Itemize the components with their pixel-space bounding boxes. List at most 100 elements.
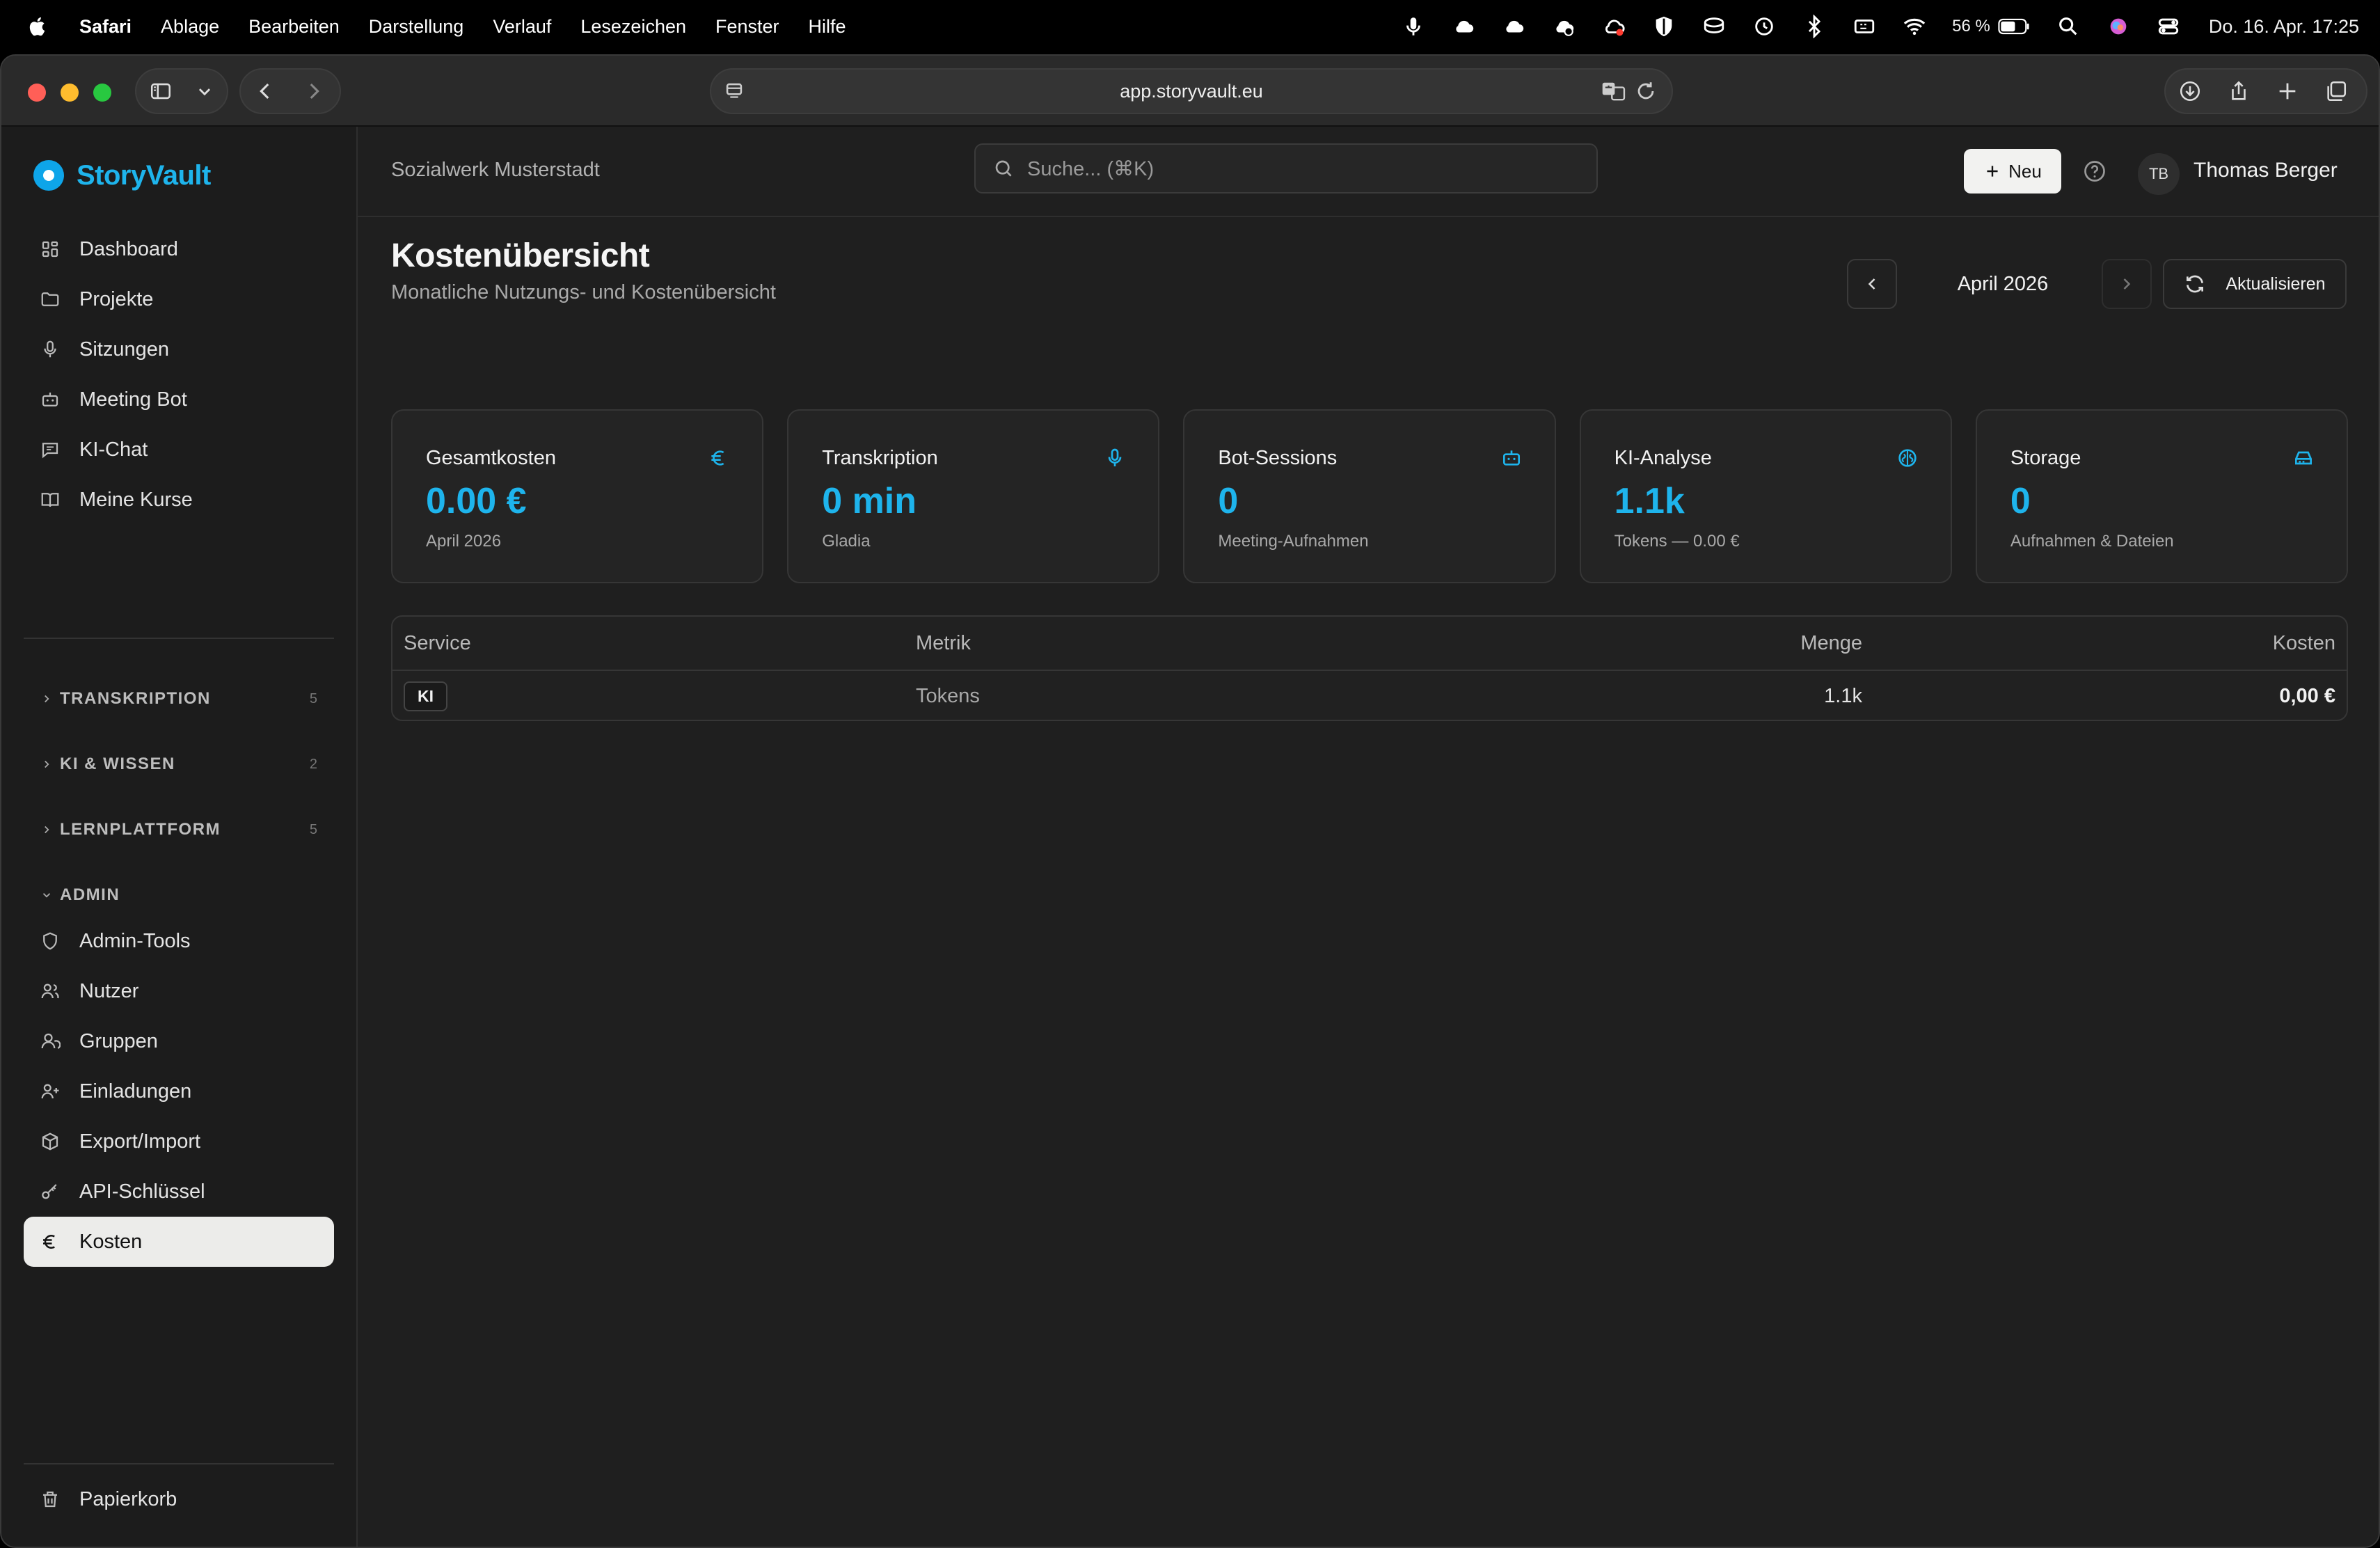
nav-admin-tools[interactable]: Admin-Tools — [24, 916, 334, 966]
address-bar[interactable]: app.storyvault.eu — [710, 68, 1673, 114]
nav-projekte[interactable]: Projekte — [24, 274, 334, 324]
search-input[interactable]: Suche... (⌘K) — [974, 143, 1598, 194]
menubar-clock[interactable]: Do. 16. Apr. 17:25 — [2209, 16, 2359, 38]
chevron-right-icon — [40, 691, 56, 706]
menu-hilfe[interactable]: Hilfe — [809, 16, 846, 38]
back-icon[interactable] — [241, 70, 289, 113]
nav-dashboard[interactable]: Dashboard — [24, 224, 334, 274]
organization-name[interactable]: Sozialwerk Musterstadt — [391, 159, 600, 182]
translate-icon[interactable] — [1601, 79, 1627, 103]
share-icon[interactable] — [2214, 70, 2263, 113]
service-cell: KI — [404, 681, 447, 711]
section-lernplattform[interactable]: LERNPLATTFORM 5 — [24, 809, 334, 851]
nav-einladungen[interactable]: Einladungen — [24, 1066, 334, 1116]
column-header-metrik[interactable]: Metrik — [916, 632, 971, 655]
wifi-icon[interactable] — [1902, 14, 1927, 39]
control-center-icon[interactable] — [2156, 14, 2181, 39]
user-plus-icon — [39, 1080, 61, 1103]
column-header-menge[interactable]: Menge — [1800, 632, 1862, 655]
menu-darstellung[interactable]: Darstellung — [369, 16, 464, 38]
section-ki-wissen[interactable]: KI & WISSEN 2 — [24, 743, 334, 785]
menu-app-name[interactable]: Safari — [79, 16, 132, 38]
url-text[interactable]: app.storyvault.eu — [1120, 81, 1263, 102]
battery-percent: 56 % — [1952, 17, 1990, 35]
main-content: Kostenübersicht Monatliche Nutzungs- und… — [358, 217, 2379, 1547]
admin-nav: Admin-Tools Nutzer Gruppen Einladungen E… — [24, 916, 334, 1267]
card-subtitle: Aufnahmen & Dateien — [2010, 532, 2174, 551]
drive-icon[interactable] — [1701, 14, 1727, 39]
nav-papierkorb[interactable]: Papierkorb — [24, 1474, 334, 1524]
refresh-button[interactable]: Aktualisieren — [2163, 259, 2347, 309]
sidebar-bottom-divider — [24, 1463, 334, 1464]
nav-dashboard-label: Dashboard — [79, 237, 178, 260]
menu-verlauf[interactable]: Verlauf — [493, 16, 551, 38]
refresh-button-label: Aktualisieren — [2226, 274, 2326, 294]
current-month: April 2026 — [1957, 272, 2049, 295]
apple-menu-icon[interactable] — [26, 15, 47, 38]
package-icon — [39, 1130, 61, 1153]
nav-gruppen[interactable]: Gruppen — [24, 1016, 334, 1066]
cloud-shared-icon[interactable] — [1551, 14, 1576, 39]
app-sidebar: StoryVault Dashboard Projekte Sitzungen … — [1, 127, 358, 1547]
menu-lesezeichen[interactable]: Lesezeichen — [580, 16, 686, 38]
minimize-window-button[interactable] — [61, 84, 79, 102]
sidebar-toggle-icon[interactable] — [136, 70, 185, 113]
card-title: Transkription — [822, 447, 938, 469]
card-subtitle: Meeting-Aufnahmen — [1218, 532, 1369, 551]
menu-fenster[interactable]: Fenster — [715, 16, 779, 38]
card-bot-sessions: Bot-Sessions 0 Meeting-Aufnahmen — [1183, 409, 1556, 583]
column-header-service[interactable]: Service — [404, 632, 471, 655]
next-month-button[interactable] — [2102, 259, 2152, 309]
cloud-icon[interactable] — [1451, 14, 1476, 39]
avatar[interactable]: TB — [2138, 153, 2180, 195]
help-icon[interactable] — [2082, 159, 2107, 184]
menu-ablage[interactable]: Ablage — [161, 16, 219, 38]
downloads-icon[interactable] — [2166, 70, 2214, 113]
table-row[interactable]: KI Tokens 1.1k 0,00 € — [392, 671, 2347, 720]
nav-api-schluessel[interactable]: API-Schlüssel — [24, 1167, 334, 1217]
nav-meine-kurse[interactable]: Meine Kurse — [24, 475, 334, 525]
forward-icon[interactable] — [289, 70, 338, 113]
battery-icon[interactable] — [1997, 14, 2031, 39]
reload-icon[interactable] — [1634, 79, 1658, 103]
group-icon — [39, 1030, 61, 1052]
nav-nutzer[interactable]: Nutzer — [24, 966, 334, 1016]
shield-icon — [39, 930, 61, 952]
page-settings-icon[interactable] — [722, 79, 746, 103]
shield-status-icon[interactable] — [1651, 14, 1676, 39]
nav-export-import[interactable]: Export/Import — [24, 1116, 334, 1167]
section-transkription[interactable]: TRANSKRIPTION 5 — [24, 678, 334, 720]
nav-admin-tools-label: Admin-Tools — [79, 929, 191, 952]
time-machine-icon[interactable] — [1752, 14, 1777, 39]
card-value: 0 — [1218, 481, 1239, 521]
card-subtitle: Tokens — 0.00 € — [1614, 532, 1740, 551]
service-badge: KI — [404, 681, 447, 711]
user-name[interactable]: Thomas Berger — [2193, 159, 2338, 182]
new-tab-icon[interactable] — [2263, 70, 2312, 113]
nav-sitzungen[interactable]: Sitzungen — [24, 324, 334, 374]
nav-meeting-bot[interactable]: Meeting Bot — [24, 374, 334, 425]
new-button[interactable]: Neu — [1964, 149, 2061, 194]
spotlight-search-icon[interactable] — [2056, 14, 2081, 39]
hard-drive-icon — [2295, 451, 2312, 465]
cloud-sync-icon[interactable] — [1501, 14, 1526, 39]
keyboard-icon[interactable] — [1852, 14, 1877, 39]
siri-icon[interactable] — [2106, 14, 2131, 39]
tab-overview-icon[interactable] — [2312, 70, 2361, 113]
brand-logo[interactable]: StoryVault — [33, 156, 211, 195]
menu-bearbeiten[interactable]: Bearbeiten — [248, 16, 340, 38]
card-value: 0 min — [822, 481, 917, 521]
section-admin[interactable]: ADMIN — [24, 874, 334, 916]
bluetooth-icon[interactable] — [1802, 14, 1827, 39]
chevron-down-icon[interactable] — [185, 70, 224, 113]
zoom-window-button[interactable] — [93, 84, 111, 102]
card-storage: Storage 0 Aufnahmen & Dateien — [1975, 409, 2349, 583]
nav-kosten[interactable]: Kosten — [24, 1217, 334, 1267]
microphone-status-icon[interactable] — [1401, 14, 1426, 39]
column-header-kosten[interactable]: Kosten — [2273, 632, 2335, 655]
previous-month-button[interactable] — [1847, 259, 1897, 309]
close-window-button[interactable] — [28, 84, 46, 102]
nav-ki-chat[interactable]: KI-Chat — [24, 425, 334, 475]
creative-cloud-icon[interactable] — [1601, 14, 1626, 39]
card-value: 1.1k — [1614, 481, 1685, 521]
